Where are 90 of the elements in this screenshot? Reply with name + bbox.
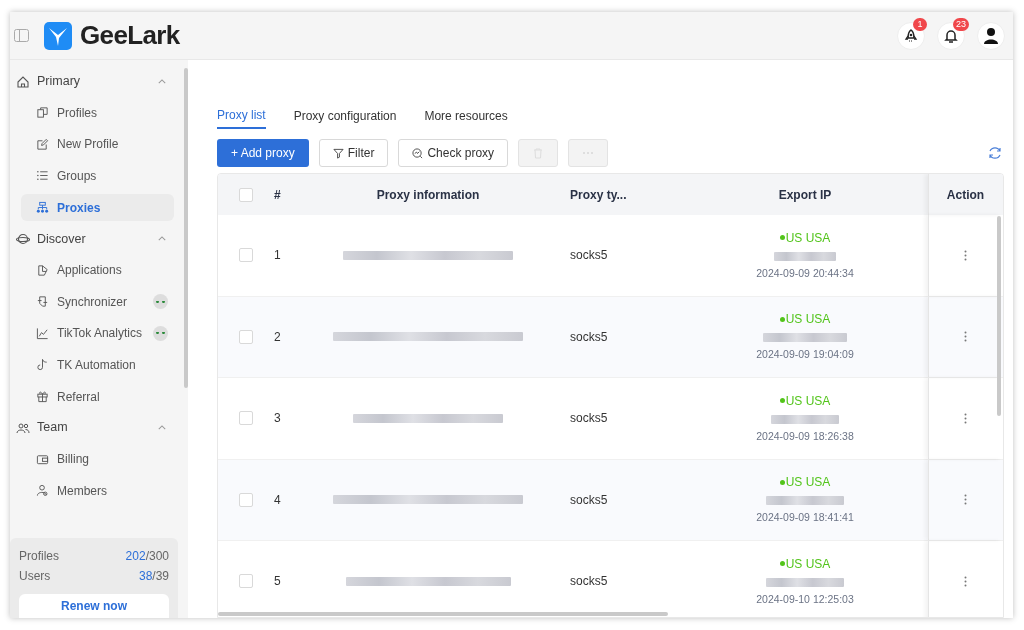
row-checkbox[interactable] xyxy=(239,248,253,263)
edit-icon xyxy=(36,137,49,151)
country-label: US USA xyxy=(785,555,831,573)
home-icon xyxy=(16,74,30,89)
section-title[interactable]: Team xyxy=(37,418,68,438)
section-title[interactable]: Discover xyxy=(37,229,86,249)
column-header: # xyxy=(274,186,281,204)
count-badge: 1 xyxy=(913,17,927,31)
check-time: 2024-09-09 19:04:09 xyxy=(756,347,854,363)
more-actions-icon[interactable] xyxy=(964,331,967,343)
renew-button[interactable]: Renew now xyxy=(19,594,169,618)
planet-icon xyxy=(16,231,30,246)
row-number: 3 xyxy=(274,410,281,428)
more-actions-icon[interactable] xyxy=(964,575,967,587)
row-checkbox[interactable] xyxy=(239,329,253,344)
proxy-type: socks5 xyxy=(570,573,608,591)
row-number: 1 xyxy=(274,247,281,265)
magnifier-icon xyxy=(412,147,424,159)
more-actions-icon[interactable] xyxy=(964,412,967,424)
sidebar-item[interactable]: Synchronizer xyxy=(21,288,174,316)
wallet-icon xyxy=(36,452,49,466)
usage-label: Profiles xyxy=(19,548,59,565)
check-time: 2024-09-09 18:26:38 xyxy=(756,428,854,444)
music-note-icon xyxy=(36,358,49,372)
usage-label: Users xyxy=(19,568,51,585)
network-icon xyxy=(36,201,49,215)
chevron-icon[interactable] xyxy=(158,425,166,431)
tab[interactable]: Proxy configuration xyxy=(293,102,397,129)
check-time: 2024-09-10 12:25:03 xyxy=(756,591,854,607)
proxy-type: socks5 xyxy=(570,491,608,509)
section-title[interactable]: Primary xyxy=(37,72,81,91)
country-label: US USA xyxy=(785,229,831,247)
avatar-icon[interactable] xyxy=(983,26,999,45)
logo-icon xyxy=(44,21,72,50)
chevron-icon[interactable] xyxy=(158,79,166,84)
filter-icon xyxy=(332,147,344,159)
sidebar-item[interactable]: TK Automation xyxy=(21,351,174,379)
column-header: Proxy information xyxy=(376,186,480,204)
filter-button[interactable]: Filter xyxy=(318,139,389,167)
sidebar-item[interactable]: Billing xyxy=(21,445,174,473)
brand-name: GeeLark xyxy=(80,19,180,52)
country-label: US USA xyxy=(785,311,831,329)
proxy-type: socks5 xyxy=(570,247,608,265)
usage-count: 38/39 xyxy=(138,568,169,585)
count-badge: 23 xyxy=(953,17,969,31)
blurred-text xyxy=(774,251,836,261)
sidebar-item[interactable]: Profiles xyxy=(21,99,174,127)
list-icon xyxy=(36,169,49,183)
sidebar-item[interactable]: Members xyxy=(21,477,174,505)
column-header: Proxy ty... xyxy=(570,186,627,204)
column-header: Action xyxy=(946,186,985,204)
copy-icon xyxy=(36,106,49,120)
sidebar-item[interactable]: Referral xyxy=(21,383,174,411)
proxy-type: socks5 xyxy=(570,328,608,346)
chevron-icon[interactable] xyxy=(158,236,166,242)
country-label: US USA xyxy=(785,392,831,410)
column-header: Export IP xyxy=(778,186,832,204)
add-proxy-button[interactable]: + Add proxy xyxy=(217,139,309,167)
row-checkbox[interactable] xyxy=(239,411,253,426)
sidebar-toggle-icon[interactable] xyxy=(14,29,29,42)
country-label: US USA xyxy=(785,474,831,492)
row-checkbox[interactable] xyxy=(239,574,253,589)
blurred-text xyxy=(771,414,839,424)
usage-count: 202/300 xyxy=(125,548,169,565)
row-number: 5 xyxy=(274,573,281,591)
tab[interactable]: Proxy list xyxy=(217,102,266,129)
proxy-type: socks5 xyxy=(570,410,608,428)
row-number: 4 xyxy=(274,491,281,509)
sidebar-item[interactable]: TikTok Analytics xyxy=(21,319,174,347)
rocket-icon[interactable] xyxy=(902,26,920,45)
more-actions-icon[interactable] xyxy=(964,494,967,506)
more-actions-icon[interactable] xyxy=(964,249,967,261)
row-number: 2 xyxy=(274,328,281,346)
check-proxy-button[interactable]: Check proxy xyxy=(398,139,509,167)
tab[interactable]: More resources xyxy=(424,102,508,129)
sidebar-item[interactable]: Applications xyxy=(21,256,174,284)
sync-icon xyxy=(36,295,49,309)
apps-icon xyxy=(36,263,49,277)
sidebar-item[interactable]: Groups xyxy=(21,162,174,190)
refresh-icon[interactable] xyxy=(988,146,1002,160)
check-time: 2024-09-09 18:41:41 xyxy=(756,510,854,526)
user-icon xyxy=(36,484,49,498)
sidebar-item[interactable]: New Profile xyxy=(21,130,174,158)
gift-icon xyxy=(36,390,49,404)
sidebar-item[interactable]: Proxies xyxy=(21,194,174,222)
chart-icon xyxy=(36,326,49,340)
select-all-checkbox[interactable] xyxy=(239,187,253,202)
check-time: 2024-09-09 20:44:34 xyxy=(756,265,854,281)
row-checkbox[interactable] xyxy=(239,492,253,507)
people-icon xyxy=(16,420,30,435)
